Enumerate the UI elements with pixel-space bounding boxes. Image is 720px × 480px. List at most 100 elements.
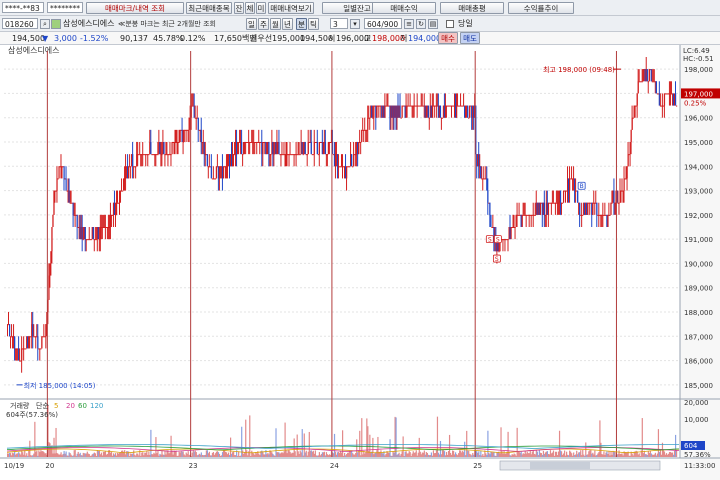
candle-body (498, 251, 500, 253)
candle-body (489, 202, 491, 215)
stock-toolbar: 018260 ⌕ 삼성에스디에스 ≪분봉 마크는 최근 2개월만 조회 일주월년… (0, 16, 720, 32)
volume-bar (402, 436, 404, 457)
high-label: 고 (364, 34, 372, 43)
period-tab-5[interactable]: 틱 (308, 18, 319, 30)
trade-profit-button[interactable]: 매매수익 (372, 2, 436, 14)
candle-body (92, 227, 94, 240)
candle-body (148, 154, 150, 156)
candle-body (170, 154, 172, 156)
candle-body (310, 142, 312, 155)
stock-code-input[interactable]: 018260 (2, 18, 38, 29)
account-select[interactable]: ****-**83 (2, 2, 44, 13)
password-field[interactable]: ******** (47, 2, 83, 13)
refresh-icon[interactable]: ↻ (416, 19, 426, 29)
candle-body (507, 239, 509, 241)
price-change: 3,000 (54, 34, 77, 43)
open-label: 시 (328, 34, 336, 43)
price-chart[interactable]: 삼성에스디에스 LC:6.49HC:-0.51 198,000 197,000 196,… (0, 45, 720, 480)
candle-body (401, 105, 403, 118)
period-tab-3[interactable]: 년 (282, 18, 293, 30)
volume-y-tick: 10,000 (684, 416, 709, 424)
trade-mark-query-button[interactable]: 매매마크/내역 조회 (86, 2, 184, 14)
period-tab-2[interactable]: 월 (270, 18, 281, 30)
candle-body (543, 202, 546, 215)
settings-icon[interactable]: ≡ (404, 19, 414, 29)
candle-body (641, 81, 643, 83)
candle-body (179, 129, 181, 142)
volume-bar (464, 441, 466, 457)
candle-body (299, 154, 301, 156)
candle-body (41, 336, 43, 349)
candle-body (353, 154, 355, 167)
candle-body (270, 154, 272, 156)
candle-body (439, 105, 442, 118)
candle-body (623, 178, 625, 191)
candle-body (130, 166, 132, 168)
balance-button[interactable]: 잔 (234, 2, 244, 14)
candle-body (655, 81, 658, 94)
candle-body (150, 142, 152, 155)
candle-body (349, 166, 351, 168)
unfilled-button[interactable]: 미 (256, 2, 266, 14)
candle-body (65, 178, 67, 191)
candle-body (262, 142, 264, 155)
period-tab-4[interactable]: 분 (296, 18, 307, 30)
trade-total-button[interactable]: 매매총평 (440, 2, 504, 14)
period-tab-1[interactable]: 주 (258, 18, 269, 30)
candle-body (273, 154, 275, 156)
sell-button[interactable]: 매도 (460, 32, 480, 44)
candle-body (648, 69, 650, 82)
candle-body (561, 202, 564, 204)
candle-body (84, 227, 86, 240)
candle-body (618, 202, 620, 204)
contract-button[interactable]: 체 (245, 2, 255, 14)
candle-body (559, 190, 562, 203)
x-tick-label: 25 (473, 462, 482, 470)
candle-body (90, 239, 92, 241)
candle-body (562, 190, 565, 203)
recent-trade-button[interactable]: 최근매매종목 (186, 2, 232, 14)
candle-body (456, 105, 458, 118)
profit-trend-button[interactable]: 수익률추이 (508, 2, 574, 14)
buy-button[interactable]: 매수 (438, 32, 458, 44)
candle-body (324, 142, 327, 155)
candle-body (21, 348, 23, 361)
candle-body (360, 142, 362, 143)
search-icon[interactable]: ⌕ (40, 19, 50, 29)
candle-body (316, 142, 318, 155)
volume-bar (641, 418, 643, 457)
volume-current-value: 604 (684, 442, 698, 450)
scrollbar-thumb[interactable] (530, 462, 590, 469)
x-tick-label: 24 (330, 462, 339, 470)
down-arrow-icon: ▼ (42, 34, 49, 43)
candle-body (115, 202, 118, 215)
volume-bar (249, 415, 251, 457)
volume-bar (372, 437, 374, 457)
candle-body (626, 166, 628, 179)
candle-body (647, 81, 649, 83)
candle-body (52, 214, 54, 227)
stock-name: 삼성에스디에스 (63, 19, 115, 28)
volume-y-tick: 20,000 (684, 399, 709, 407)
chevron-down-icon[interactable]: ▾ (350, 19, 360, 29)
candle-body (313, 142, 315, 155)
candle-body (351, 154, 353, 167)
chart-icon[interactable]: ▤ (428, 19, 438, 29)
candle-body (361, 129, 363, 142)
turnover-ratio: 0.12% (180, 34, 206, 43)
volume-bar (436, 416, 439, 457)
candle-body (577, 190, 579, 203)
today-checkbox[interactable] (446, 20, 454, 28)
candle-body (428, 117, 430, 119)
y-tick-label: 195,000 (684, 139, 713, 147)
candle-body (632, 117, 634, 119)
volume-bar (342, 430, 344, 457)
y-tick-label: 193,000 (684, 188, 713, 196)
candle-body (304, 142, 306, 155)
minute-select[interactable]: 3 (330, 18, 348, 29)
period-tab-0[interactable]: 일 (246, 18, 257, 30)
trade-detail-button[interactable]: 매매내역보기 (268, 2, 314, 14)
candle-body (171, 142, 173, 155)
bar-count-field[interactable]: 604/900 (364, 18, 402, 29)
candle-body (587, 202, 589, 215)
